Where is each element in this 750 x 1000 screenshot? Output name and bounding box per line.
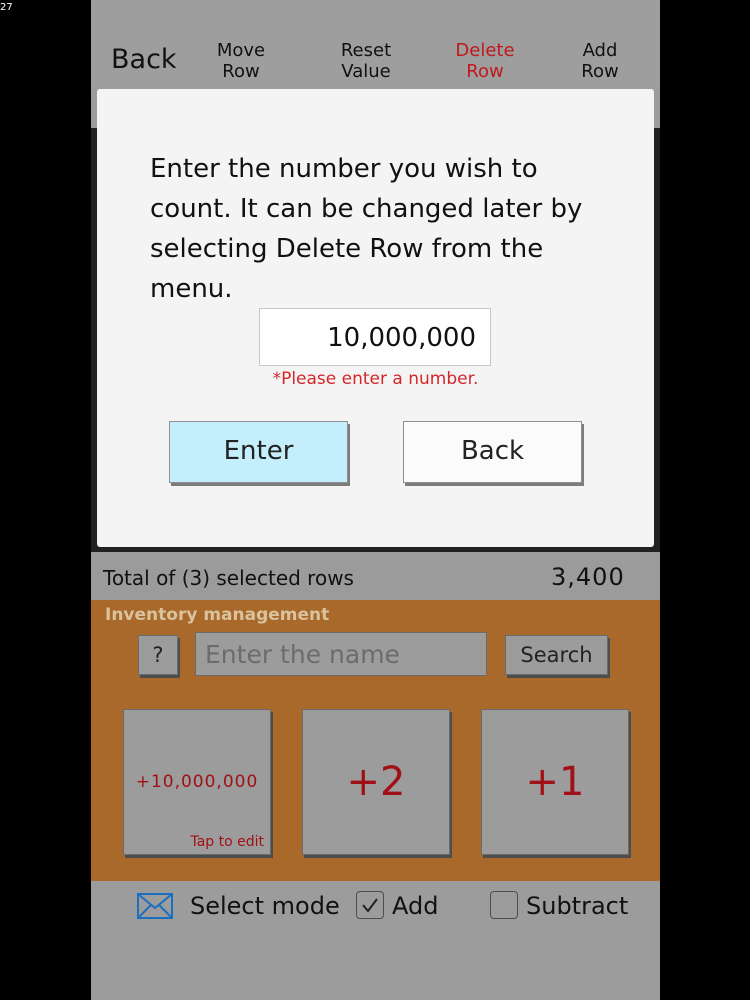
menu-back-button[interactable]: Back bbox=[111, 44, 177, 75]
number-entry-dialog: Enter the number you wish to count. It c… bbox=[97, 89, 654, 547]
add-row-label-1: Add bbox=[582, 40, 618, 61]
move-row-label-1: Move bbox=[216, 40, 266, 61]
tap-to-edit-hint: Tap to edit bbox=[190, 834, 264, 850]
counter-3-label: +1 bbox=[525, 759, 585, 805]
counter-button-2[interactable]: +2 bbox=[302, 709, 450, 855]
help-button[interactable]: ? bbox=[138, 635, 178, 675]
total-label: Total of (3) selected rows bbox=[103, 566, 354, 590]
add-row-label-2: Row bbox=[581, 61, 619, 82]
search-button[interactable]: Search bbox=[505, 635, 608, 675]
counter-1-label: +10,000,000 bbox=[135, 772, 259, 792]
total-value: 3,400 bbox=[551, 563, 625, 591]
counter-button-1[interactable]: +10,000,000 Tap to edit bbox=[123, 709, 271, 855]
move-row-button[interactable]: Move Row bbox=[211, 40, 271, 82]
reset-value-label-2: Value bbox=[341, 61, 391, 82]
move-row-label-2: Row bbox=[222, 61, 260, 82]
mail-icon[interactable] bbox=[137, 893, 173, 919]
delete-row-label-2: Row bbox=[466, 61, 504, 82]
subtract-label[interactable]: Subtract bbox=[526, 892, 628, 920]
counter-button-3[interactable]: +1 bbox=[481, 709, 629, 855]
status-time: 27 bbox=[0, 2, 13, 13]
subtract-checkbox[interactable] bbox=[490, 891, 518, 919]
checkmark-icon bbox=[362, 898, 378, 913]
error-message: *Please enter a number. bbox=[272, 369, 479, 389]
counter-2-label: +2 bbox=[346, 759, 406, 805]
inventory-title: Inventory management bbox=[105, 605, 330, 625]
number-input[interactable]: 10,000,000 bbox=[259, 308, 491, 366]
search-input[interactable]: Enter the name bbox=[195, 632, 487, 676]
add-label[interactable]: Add bbox=[392, 892, 438, 920]
dialog-message: Enter the number you wish to count. It c… bbox=[150, 154, 583, 304]
dialog-back-button[interactable]: Back bbox=[403, 421, 582, 483]
enter-button[interactable]: Enter bbox=[169, 421, 348, 483]
delete-row-button[interactable]: Delete Row bbox=[450, 40, 520, 82]
select-mode-label[interactable]: Select mode bbox=[190, 892, 340, 920]
add-row-button[interactable]: Add Row bbox=[570, 40, 630, 82]
delete-row-label-1: Delete bbox=[455, 40, 515, 61]
add-checkbox[interactable] bbox=[356, 891, 384, 919]
reset-value-label-1: Reset bbox=[340, 40, 392, 61]
reset-value-button[interactable]: Reset Value bbox=[331, 40, 401, 82]
